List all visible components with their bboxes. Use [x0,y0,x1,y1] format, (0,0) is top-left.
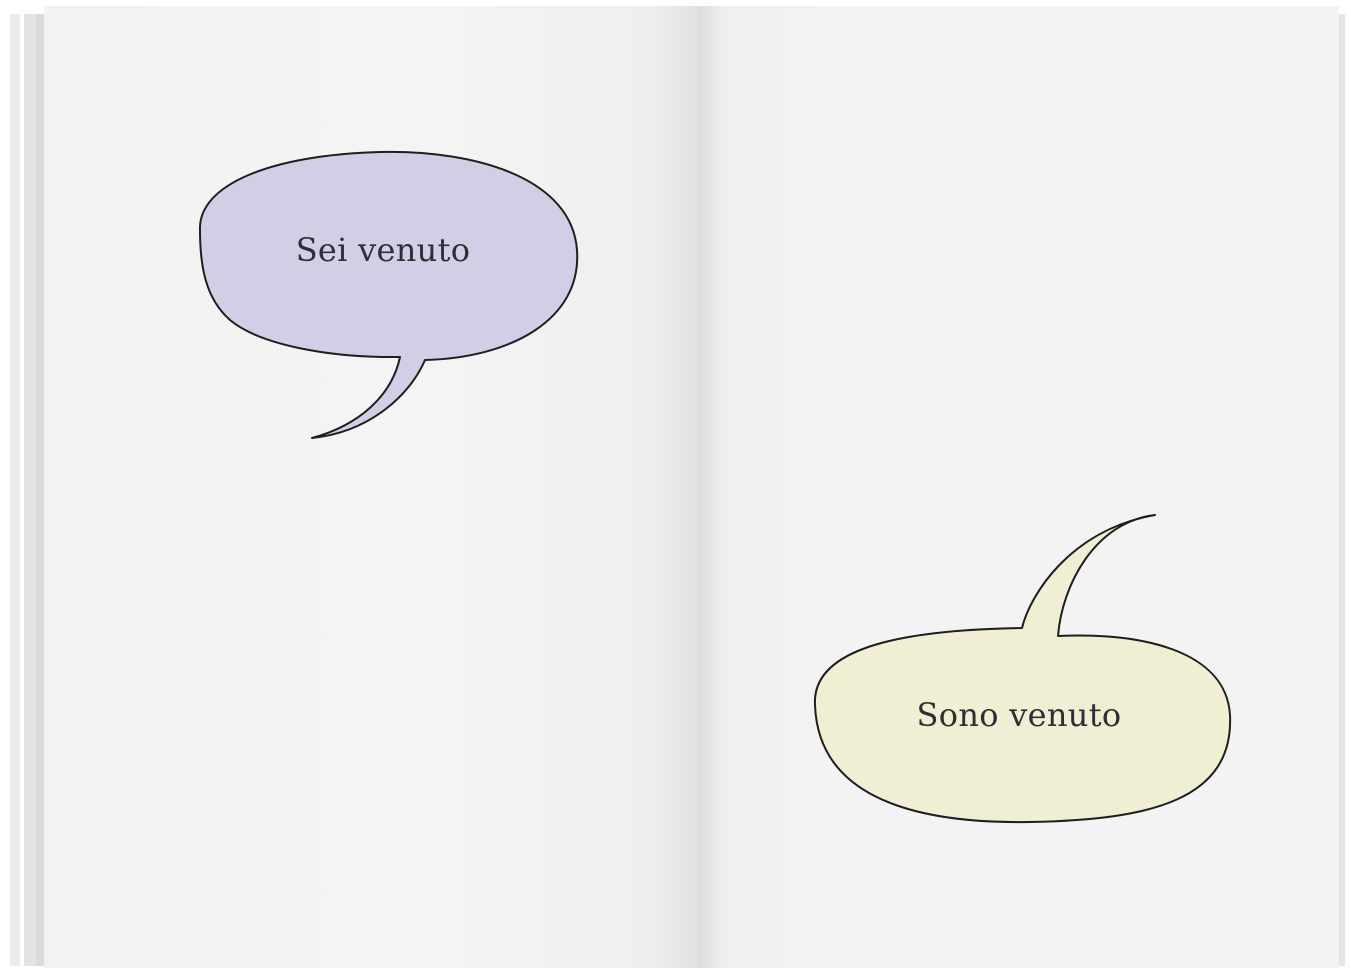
speech-bubble-right [813,514,1232,824]
speech-bubble-text: Sono venuto [916,696,1122,734]
open-book: Sei venuto Sono venuto [0,0,1351,980]
speech-bubble-left [198,150,579,439]
speech-bubble-text: Sei venuto [295,231,471,269]
speech-bubbles-illustration [198,150,1232,824]
